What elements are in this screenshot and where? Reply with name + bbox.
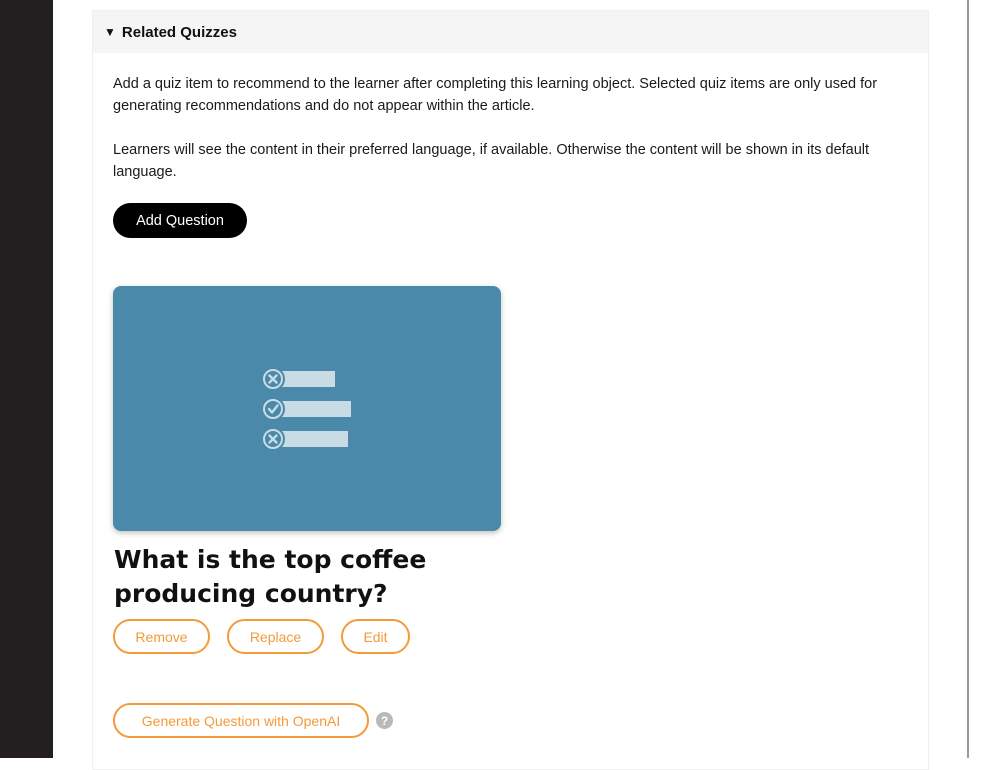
section-title: Related Quizzes bbox=[121, 23, 237, 41]
help-question-icon[interactable]: ? bbox=[376, 712, 393, 729]
remove-button[interactable]: Remove bbox=[113, 619, 210, 654]
related-quizzes-panel: ▼ Related Quizzes Add a quiz item to rec… bbox=[92, 10, 929, 770]
add-question-button[interactable]: Add Question bbox=[113, 203, 247, 238]
edit-button[interactable]: Edit bbox=[341, 619, 410, 654]
description-paragraph-1: Add a quiz item to recommend to the lear… bbox=[113, 76, 878, 114]
quiz-list-icon bbox=[261, 367, 351, 451]
replace-button[interactable]: Replace bbox=[227, 619, 324, 654]
quiz-question-title[interactable]: What is the top coffee producing country… bbox=[114, 543, 434, 611]
generate-question-openai-button[interactable]: Generate Question with OpenAI bbox=[113, 703, 369, 738]
description-paragraph-2: Learners will see the content in their p… bbox=[113, 142, 870, 180]
left-dark-bar bbox=[0, 0, 53, 758]
right-border-line bbox=[967, 0, 969, 758]
quiz-card-image[interactable] bbox=[113, 286, 501, 531]
panel-body: Add a quiz item to recommend to the lear… bbox=[93, 53, 928, 238]
collapse-triangle-icon[interactable]: ▼ bbox=[104, 26, 116, 38]
related-quizzes-header[interactable]: ▼ Related Quizzes bbox=[93, 11, 928, 53]
